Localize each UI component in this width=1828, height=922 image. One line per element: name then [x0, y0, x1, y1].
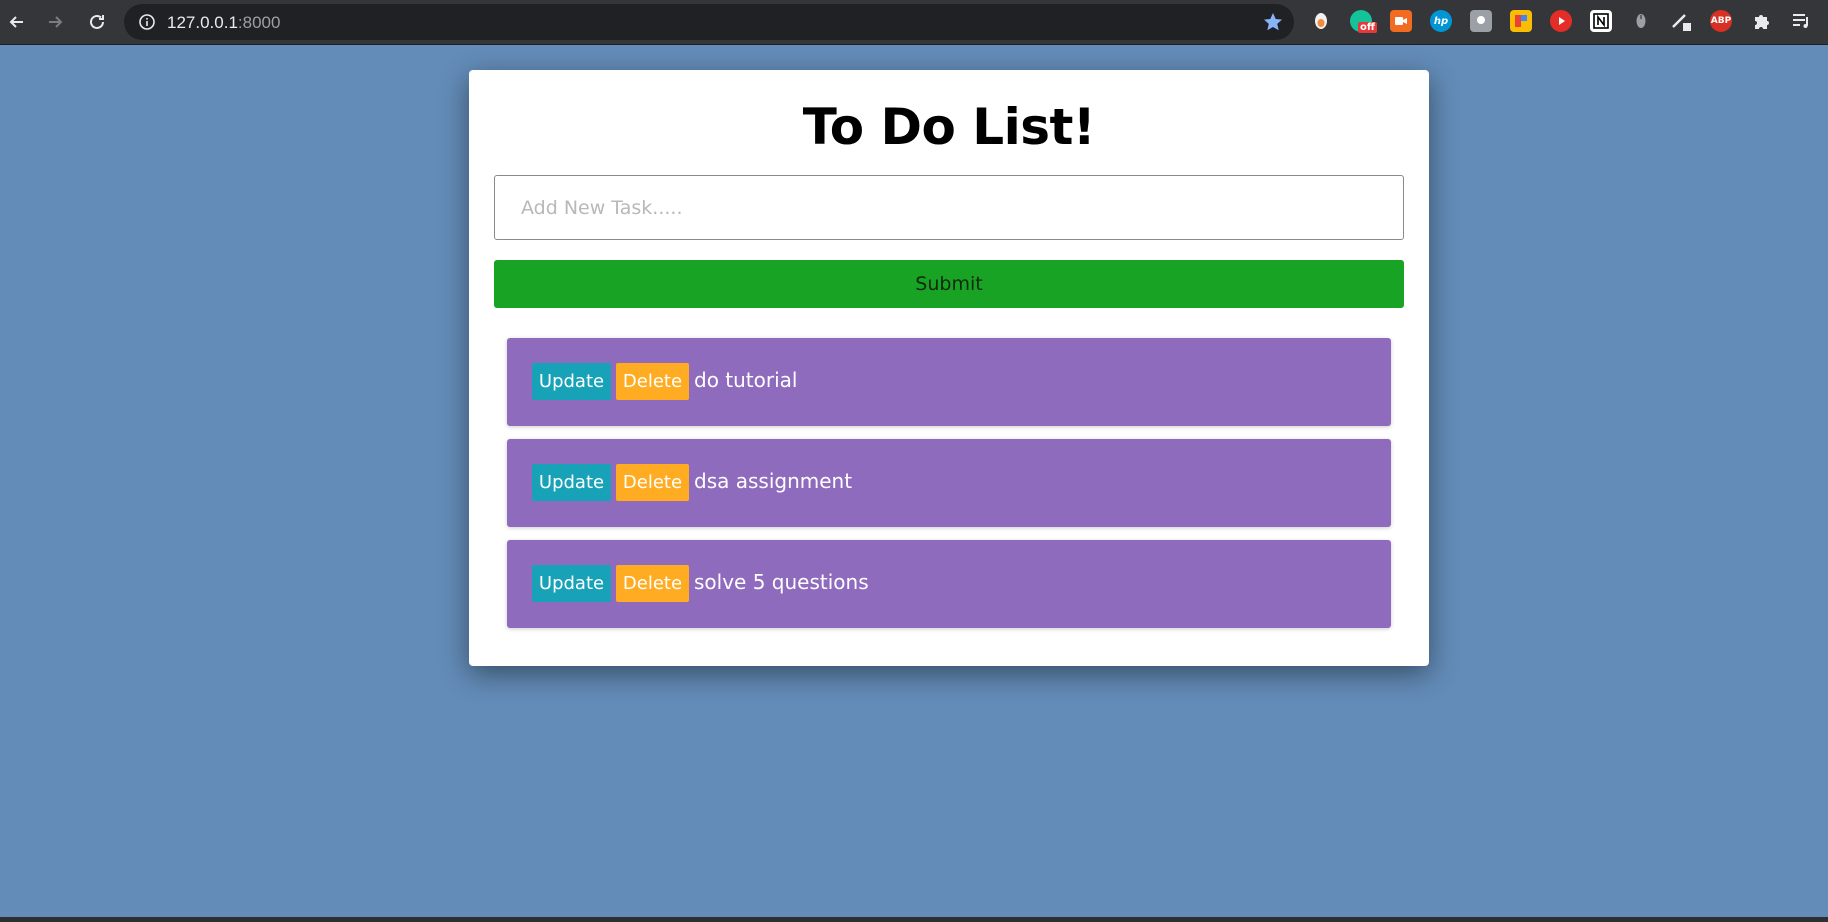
task-item: Update Delete solve 5 questions — [507, 540, 1391, 628]
url-text[interactable]: 127.0.0.1:8000 — [167, 13, 280, 33]
forward-arrow-icon — [49, 16, 63, 28]
browser-toolbar: 127.0.0.1:8000 off hp ABP — [0, 0, 1828, 45]
extension-mouse-icon[interactable] — [1630, 10, 1652, 32]
bottom-edge-bar — [0, 917, 1828, 922]
extension-screen-recorder-icon[interactable] — [1390, 10, 1412, 32]
reload-button[interactable] — [83, 8, 111, 36]
address-bar[interactable]: 127.0.0.1:8000 — [124, 4, 1294, 40]
extension-grammarly-icon[interactable]: off — [1350, 10, 1377, 33]
new-task-input[interactable] — [494, 175, 1404, 240]
extension-pen-icon[interactable] — [1670, 10, 1692, 32]
extension-ghost-icon[interactable] — [1310, 10, 1332, 32]
reload-icon — [90, 14, 104, 29]
media-queue-icon[interactable] — [1790, 10, 1812, 32]
update-button[interactable]: Update — [532, 565, 611, 602]
extension-youtube-icon[interactable] — [1550, 10, 1572, 32]
delete-button[interactable]: Delete — [616, 464, 689, 501]
task-item: Update Delete do tutorial — [507, 338, 1391, 426]
task-text: solve 5 questions — [694, 570, 869, 594]
extension-off-badge: off — [1358, 22, 1377, 33]
back-arrow-icon — [9, 16, 23, 28]
back-button[interactable] — [3, 8, 31, 36]
info-icon[interactable] — [138, 13, 156, 31]
task-text: do tutorial — [694, 368, 798, 392]
task-item: Update Delete dsa assignment — [507, 439, 1391, 527]
update-button[interactable]: Update — [532, 464, 611, 501]
extension-adblock-icon[interactable]: ABP — [1710, 10, 1732, 32]
task-text: dsa assignment — [694, 469, 853, 493]
url-host: 127.0.0.1 — [167, 13, 238, 32]
page-title: To Do List! — [802, 98, 1096, 156]
url-port: :8000 — [237, 13, 281, 32]
bookmark-star-icon[interactable] — [1262, 11, 1284, 33]
task-list: Update Delete do tutorial Update Delete … — [507, 338, 1391, 641]
delete-button[interactable]: Delete — [616, 565, 689, 602]
todo-card: To Do List! Submit Update Delete do tuto… — [469, 70, 1429, 666]
extension-hp-icon[interactable]: hp — [1430, 10, 1452, 32]
extension-notion-icon[interactable] — [1590, 10, 1612, 32]
submit-button[interactable]: Submit — [494, 260, 1404, 308]
extension-google-icon[interactable] — [1510, 10, 1532, 32]
extensions-puzzle-icon[interactable] — [1750, 10, 1772, 32]
delete-button[interactable]: Delete — [616, 363, 689, 400]
update-button[interactable]: Update — [532, 363, 611, 400]
extension-grey-icon[interactable] — [1470, 10, 1492, 32]
forward-button[interactable] — [41, 8, 69, 36]
